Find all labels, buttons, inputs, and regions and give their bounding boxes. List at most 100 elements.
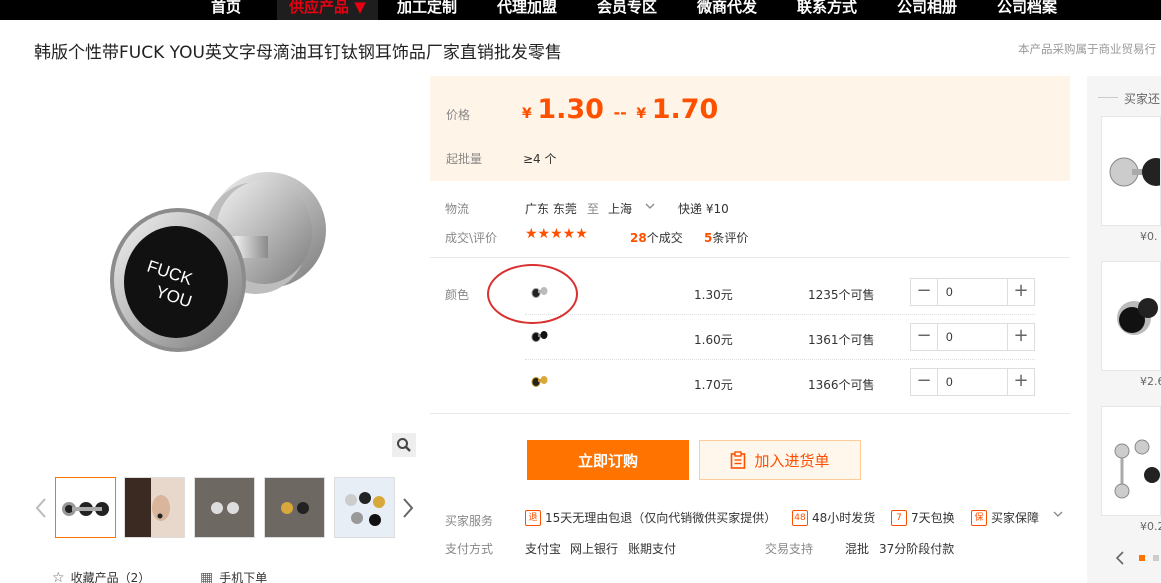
price-panel: 价格 ¥ 1.30 -- ¥ 1.70 起批量 ≥4 个 [430, 76, 1070, 181]
nav-products[interactable]: 供应产品 ▼ [277, 0, 378, 20]
main-product-image[interactable]: FUCK YOU [96, 150, 346, 380]
thumbnail-4[interactable] [264, 477, 325, 538]
service-text: 买家保障 [991, 511, 1040, 525]
ship-to-select[interactable]: 上海 [608, 200, 632, 217]
price-separator: -- [613, 103, 627, 122]
decrement-button[interactable]: − [911, 324, 937, 350]
quantity-input[interactable] [937, 324, 1008, 350]
payment-label: 支付方式 [445, 542, 494, 556]
favorite-label: 收藏产品（2） [70, 571, 151, 583]
quantity-input[interactable] [937, 369, 1008, 395]
nav-contact[interactable]: 联系方式 [797, 0, 857, 20]
variant-price: 1.30元 [694, 288, 733, 302]
rating-stars-icon: ★★★★★ [525, 226, 588, 242]
recommend-image-silver [1109, 157, 1160, 187]
color-label: 颜色 [445, 288, 470, 302]
top-nav: 首页 供应产品 ▼ 加工定制 代理加盟 会员专区 微商代发 联系方式 公司相册 … [0, 0, 1161, 20]
product-title: 韩版个性带FUCK YOU英文字母滴油耳钉钛钢耳饰品厂家直销批发零售 [34, 43, 562, 63]
trade-disclaimer: 本产品采购属于商业贸易行 [1018, 42, 1156, 56]
earring-set-icon [62, 502, 109, 516]
chevron-down-icon[interactable] [1053, 511, 1063, 517]
service-7day[interactable]: 7 7天包换 [891, 509, 955, 526]
thumbnail-1[interactable] [55, 477, 116, 538]
reviews-label: 成交\评价 [445, 231, 498, 245]
sidebar-prev-icon[interactable] [1114, 551, 1126, 565]
add-to-cart-button[interactable]: 加入进货单 [699, 440, 861, 480]
service-text: 48小时发货 [812, 511, 876, 525]
services-label: 买家服务 [445, 514, 494, 528]
currency-symbol-low: ¥ [522, 106, 532, 122]
nav-album[interactable]: 公司相册 [897, 0, 957, 20]
magnifier-icon [397, 438, 411, 452]
trade-support-item: 37分阶段付款 [879, 542, 955, 556]
increment-button[interactable]: + [1008, 279, 1034, 305]
ship-from: 广东 东莞 [525, 202, 577, 216]
thumbnail-2[interactable] [124, 477, 185, 538]
nav-members[interactable]: 会员专区 [597, 0, 657, 20]
review-summary[interactable]: 5条评价 [704, 229, 748, 246]
quantity-stepper: − + [910, 323, 1035, 351]
gold-pair-icon [265, 478, 324, 537]
favorite-link[interactable]: ☆ 收藏产品（2） [52, 569, 150, 583]
highlight-circle [487, 264, 578, 324]
service-text: 15天无理由包退（仅向代销微供买家提供） [545, 511, 777, 525]
carousel-dot-active[interactable] [1139, 555, 1145, 561]
price-low: 1.30 [537, 94, 604, 125]
gold-earring-icon[interactable] [530, 373, 550, 389]
service-48h[interactable]: 48 48小时发货 [792, 509, 875, 526]
carousel-dot[interactable] [1153, 555, 1159, 561]
chevron-down-icon[interactable] [645, 203, 655, 209]
payment-method: 账期支付 [628, 542, 677, 556]
silver-pair-icon [195, 478, 254, 537]
variant-stock: 1235个可售 [808, 288, 875, 302]
decrement-button[interactable]: − [911, 369, 937, 395]
service-return[interactable]: 退 15天无理由包退（仅向代销微供买家提供） [525, 509, 776, 526]
nav-franchise[interactable]: 代理加盟 [497, 0, 557, 20]
trade-support-item: 混批 [845, 542, 870, 556]
return-icon: 退 [525, 509, 541, 526]
payment-method: 支付宝 [525, 542, 562, 556]
nav-home[interactable]: 首页 [211, 0, 241, 20]
quantity-stepper: − + [910, 278, 1035, 306]
buy-now-button[interactable]: 立即订购 [527, 440, 689, 480]
service-guarantee[interactable]: 保 买家保障 [971, 509, 1039, 526]
moq-label: 起批量 [446, 152, 483, 166]
quantity-input[interactable] [937, 279, 1008, 305]
recommend-item[interactable] [1101, 116, 1161, 226]
thumbnail-3[interactable] [194, 477, 255, 538]
deals-summary[interactable]: 28个成交 [630, 229, 683, 246]
increment-button[interactable]: + [1008, 369, 1034, 395]
sidebar-title: 买家还 [1124, 92, 1161, 106]
logistics-label: 物流 [445, 202, 470, 216]
variant-price: 1.60元 [694, 333, 733, 347]
nav-custom[interactable]: 加工定制 [397, 0, 457, 20]
sidebar-title-line [1098, 97, 1118, 98]
price-high: 1.70 [651, 94, 719, 125]
divider [525, 359, 1035, 360]
quantity-stepper: − + [910, 368, 1035, 396]
ship-to-word: 至 [587, 202, 600, 216]
divider [430, 257, 1070, 258]
mobile-order-link[interactable]: ▦ 手机下单 [200, 569, 267, 583]
currency-symbol-high: ¥ [636, 106, 647, 122]
black-earring-icon[interactable] [530, 328, 550, 344]
divider [430, 413, 1070, 414]
trade-support-label: 交易支持 [765, 542, 814, 556]
shipping-fee: 快递 ¥10 [678, 202, 729, 216]
zoom-button[interactable] [392, 433, 416, 457]
decrement-button[interactable]: − [911, 279, 937, 305]
recommend-item[interactable] [1101, 261, 1161, 371]
model-ear-icon [125, 478, 184, 537]
moq-value: ≥4 个 [523, 152, 557, 166]
thumb-next-arrow-icon[interactable] [402, 497, 414, 519]
recommend-item[interactable] [1101, 406, 1161, 516]
deals-count: 28 [630, 231, 647, 245]
clipboard-icon [731, 451, 746, 469]
review-label: 条评价 [712, 231, 749, 245]
thumbnail-5[interactable] [334, 477, 395, 538]
nav-profile[interactable]: 公司档案 [997, 0, 1057, 20]
increment-button[interactable]: + [1008, 324, 1034, 350]
nav-dropship[interactable]: 微商代发 [697, 0, 757, 20]
recommend-price: ¥2.6 [1140, 375, 1161, 388]
thumb-prev-arrow-icon[interactable] [35, 497, 47, 519]
